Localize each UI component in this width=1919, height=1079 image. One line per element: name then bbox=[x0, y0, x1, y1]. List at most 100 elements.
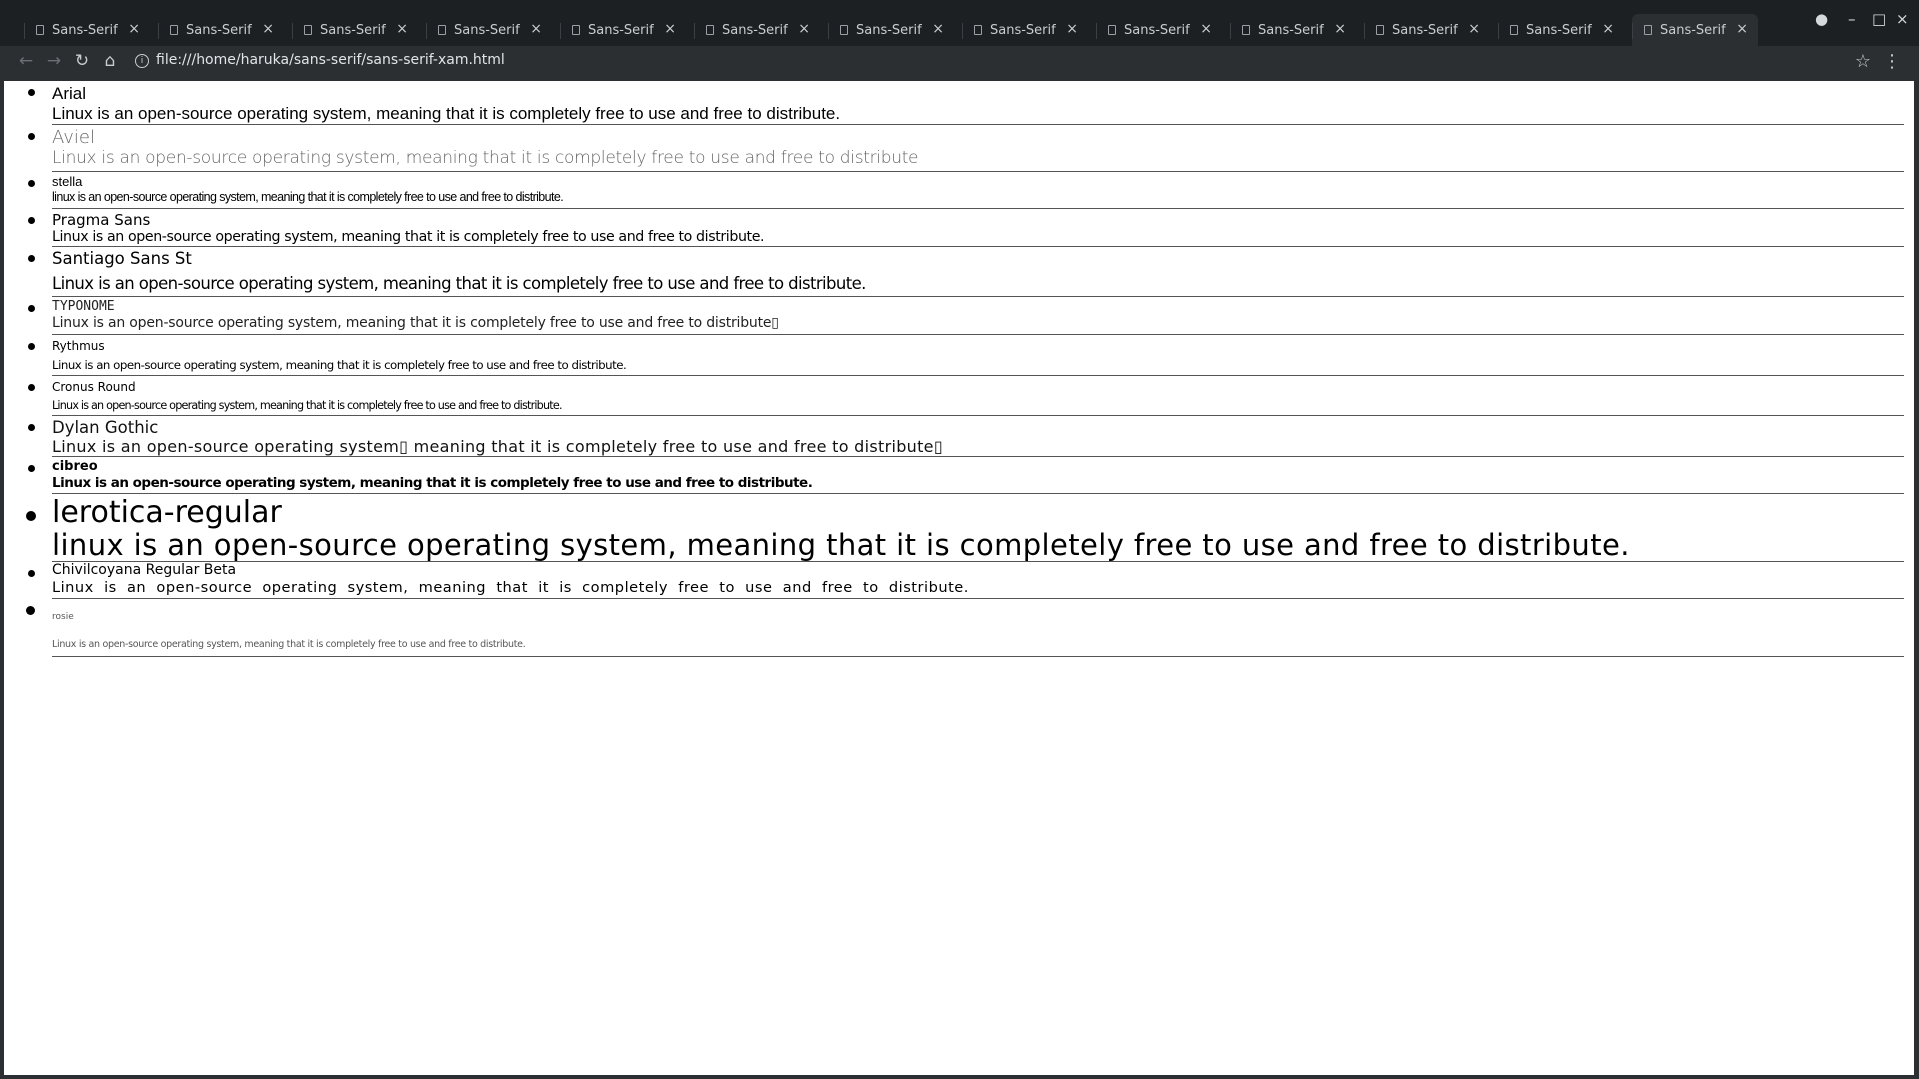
font-name: lerotica-regular bbox=[52, 494, 282, 530]
font-sample-text: Linux is an open-source operating system… bbox=[52, 274, 866, 294]
font-list-item: lerotica-regular linux is an open-source … bbox=[26, 494, 1904, 562]
bookmark-star-icon[interactable]: ☆ bbox=[1855, 51, 1871, 72]
tab-separator bbox=[1632, 23, 1633, 39]
tab-separator bbox=[1498, 23, 1499, 39]
tab-8[interactable]: Sans-Serif × bbox=[962, 14, 1088, 46]
page-content: Arial Linux is an open-source operating s… bbox=[4, 81, 1914, 1075]
page-icon bbox=[1108, 25, 1116, 35]
tab-title: Sans-Serif bbox=[1258, 22, 1324, 38]
tab-title: Sans-Serif bbox=[1392, 22, 1458, 38]
bullet-icon bbox=[28, 465, 35, 473]
bullet-icon bbox=[28, 89, 35, 96]
tab-close-icon[interactable]: × bbox=[1468, 21, 1480, 37]
page-icon bbox=[304, 25, 312, 35]
bullet-icon bbox=[28, 304, 35, 312]
browser-toolbar: ← → ↻ ⌂ i file:///home/haruka/sans-serif… bbox=[0, 46, 1919, 81]
font-sample-text: Linux is an open-source operating system… bbox=[52, 475, 813, 492]
tab-7[interactable]: Sans-Serif × bbox=[828, 14, 954, 46]
page-icon bbox=[170, 25, 178, 35]
font-name: stella bbox=[52, 174, 83, 189]
page-icon bbox=[974, 25, 982, 35]
tab-close-icon[interactable]: × bbox=[128, 21, 140, 37]
profile-icon[interactable]: ● bbox=[1815, 10, 1828, 28]
tab-separator bbox=[962, 23, 963, 39]
tab-title: Sans-Serif bbox=[1124, 22, 1190, 38]
tab-9[interactable]: Sans-Serif × bbox=[1096, 14, 1222, 46]
close-window-button[interactable]: × bbox=[1896, 10, 1909, 28]
tab-close-icon[interactable]: × bbox=[1066, 21, 1078, 37]
bullet-icon bbox=[28, 383, 35, 391]
font-sample-text: Linux is an open-source operating system… bbox=[52, 357, 627, 372]
tab-title: Sans-Serif bbox=[990, 22, 1056, 38]
font-name: TYPONOME bbox=[52, 298, 115, 314]
font-sample-text: Linux is an open-source operating system… bbox=[52, 639, 526, 651]
maximize-button[interactable]: □ bbox=[1872, 10, 1886, 28]
bullet-icon bbox=[28, 254, 35, 262]
font-list-item: Dylan Gothic Linux is an open-source oper… bbox=[28, 416, 1904, 458]
tab-2[interactable]: Sans-Serif × bbox=[158, 14, 284, 46]
bullet-icon bbox=[28, 180, 35, 187]
address-bar[interactable]: file:///home/haruka/sans-serif/sans-seri… bbox=[156, 52, 505, 68]
font-list-item: Cronus Round Linux is an open-source oper… bbox=[28, 376, 1904, 416]
forward-button[interactable]: → bbox=[43, 51, 65, 71]
page-icon bbox=[1510, 25, 1518, 35]
browser-menu-icon[interactable]: ⋮ bbox=[1883, 51, 1901, 72]
tab-separator bbox=[694, 23, 695, 39]
page-icon bbox=[1376, 25, 1384, 35]
tab-close-icon[interactable]: × bbox=[664, 21, 676, 37]
font-list: Arial Linux is an open-source operating s… bbox=[4, 81, 1914, 657]
tab-12[interactable]: Sans-Serif × bbox=[1498, 14, 1624, 46]
site-info-icon[interactable]: i bbox=[135, 54, 149, 68]
font-list-item: Pragma Sans Linux is an open-source opera… bbox=[28, 209, 1904, 247]
font-sample-text: Linux is an open-source operating system… bbox=[52, 104, 841, 123]
tab-close-icon[interactable]: × bbox=[798, 21, 810, 37]
font-list-item: Chivilcoyana Regular Beta Linux is an ope… bbox=[28, 561, 1904, 600]
tab-13[interactable]: Sans-Serif × bbox=[1632, 14, 1758, 46]
font-sample-text: linux is an open-source operating system… bbox=[52, 527, 1630, 562]
tab-close-icon[interactable]: × bbox=[1200, 21, 1212, 37]
tab-1[interactable]: Sans-Serif × bbox=[24, 14, 150, 46]
tab-4[interactable]: Sans-Serif × bbox=[426, 14, 552, 46]
reload-button[interactable]: ↻ bbox=[71, 51, 93, 71]
tab-close-icon[interactable]: × bbox=[932, 21, 944, 37]
back-button[interactable]: ← bbox=[15, 51, 37, 71]
font-list-item: cibreo Linux is an open-source operating … bbox=[28, 457, 1904, 494]
font-sample-text: Linux is an open-source operating system… bbox=[52, 148, 919, 168]
tab-title: Sans-Serif bbox=[1526, 22, 1592, 38]
tab-5[interactable]: Sans-Serif × bbox=[560, 14, 686, 46]
font-name: Aviel bbox=[52, 127, 95, 148]
tab-close-icon[interactable]: × bbox=[1736, 21, 1748, 37]
tab-close-icon[interactable]: × bbox=[1602, 21, 1614, 37]
tab-close-icon[interactable]: × bbox=[396, 21, 408, 37]
bullet-icon bbox=[28, 423, 35, 431]
tab-title: Sans-Serif bbox=[588, 22, 654, 38]
tab-separator bbox=[426, 23, 427, 39]
page-icon bbox=[438, 25, 446, 35]
font-name: Pragma Sans bbox=[52, 210, 151, 229]
tab-close-icon[interactable]: × bbox=[530, 21, 542, 37]
font-list-item: stella linux is an open-source operating … bbox=[28, 172, 1904, 209]
tab-10[interactable]: Sans-Serif × bbox=[1230, 14, 1356, 46]
tab-close-icon[interactable]: × bbox=[1334, 21, 1346, 37]
font-name: Chivilcoyana Regular Beta bbox=[52, 561, 237, 578]
home-button[interactable]: ⌂ bbox=[99, 51, 121, 71]
tab-6[interactable]: Sans-Serif × bbox=[694, 14, 820, 46]
bullet-icon bbox=[28, 342, 35, 350]
tab-title: Sans-Serif bbox=[722, 22, 788, 38]
tab-close-icon[interactable]: × bbox=[262, 21, 274, 37]
font-list-item: Rythmus Linux is an open-source operating… bbox=[28, 335, 1904, 376]
page-icon bbox=[36, 25, 44, 35]
bullet-icon bbox=[26, 606, 35, 616]
font-sample-text: linux is an open-source operating system… bbox=[52, 190, 564, 204]
tab-title: Sans-Serif bbox=[186, 22, 252, 38]
page-icon bbox=[572, 25, 580, 35]
minimize-button[interactable]: – bbox=[1848, 10, 1856, 28]
font-list-item: Santiago Sans St Linux is an open-source … bbox=[28, 247, 1904, 297]
font-sample-text: Linux is an open-source operating system… bbox=[52, 228, 765, 245]
tab-separator bbox=[560, 23, 561, 39]
tab-11[interactable]: Sans-Serif × bbox=[1364, 14, 1490, 46]
tab-3[interactable]: Sans-Serif × bbox=[292, 14, 418, 46]
page-icon bbox=[840, 25, 848, 35]
tab-strip: Sans-Serif × Sans-Serif × Sans-Serif × Sans-Se… bbox=[0, 0, 1919, 46]
tab-title: Sans-Serif bbox=[856, 22, 922, 38]
